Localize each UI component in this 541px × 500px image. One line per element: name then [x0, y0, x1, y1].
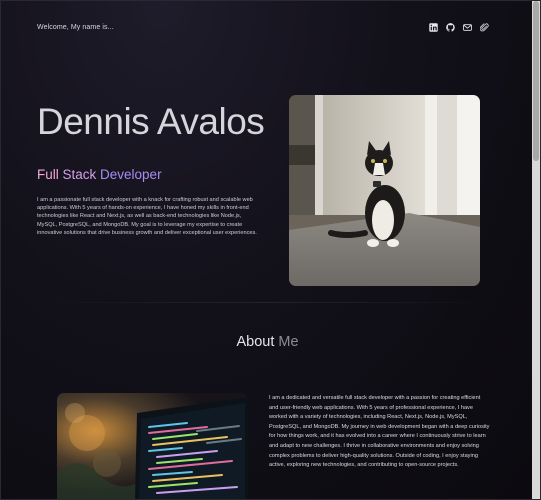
code-screen-photo [57, 393, 248, 499]
about-title: About Me [1, 334, 534, 350]
mail-icon[interactable] [463, 23, 472, 32]
paperclip-icon[interactable] [480, 22, 489, 32]
greeting-text: Welcome, My name is... [37, 23, 114, 31]
scrollbar-thumb[interactable] [533, 1, 539, 161]
hero-bio: I am a passionate full stack developer w… [37, 197, 257, 236]
role-word-developer: Developer [100, 167, 162, 182]
cat-photo [289, 95, 480, 286]
hero-name: Dennis Avalos [37, 101, 265, 142]
role-word-stack: Stack [62, 167, 101, 182]
scrollbar[interactable] [532, 1, 540, 499]
about-title-word-about: About [236, 334, 279, 350]
hero-role: Full Stack Developer [37, 167, 162, 182]
about-title-word-me: Me [278, 334, 299, 350]
role-word-full: Full [37, 167, 63, 182]
page-content: Welcome, My name is... Dennis Avalos Ful… [1, 1, 534, 499]
linkedin-icon[interactable] [429, 22, 438, 32]
top-bar: Welcome, My name is... [37, 19, 489, 35]
browser-window: Welcome, My name is... Dennis Avalos Ful… [0, 0, 541, 500]
social-links [429, 22, 489, 32]
section-divider [37, 302, 497, 303]
github-icon[interactable] [446, 22, 455, 32]
about-text: I am a dedicated and versatile full stac… [269, 395, 490, 469]
